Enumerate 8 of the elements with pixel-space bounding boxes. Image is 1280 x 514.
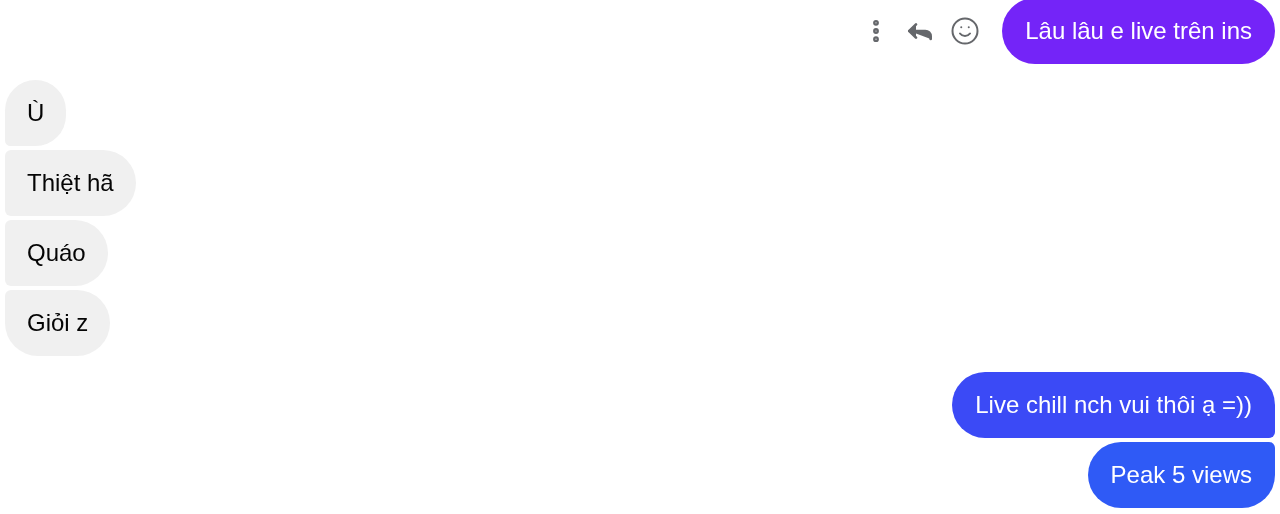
sent-message-bubble: Peak 5 views (1087, 442, 1275, 508)
smiley-icon[interactable] (950, 16, 981, 46)
received-message-bubble: Thiệt hã (5, 150, 136, 216)
sent-message-bubble: Lâu lâu e live trên ins (1002, 0, 1275, 64)
received-message-bubble: Quáo (5, 220, 108, 286)
received-message-bubble: Giỏi z (5, 290, 111, 356)
received-message-bubble: Ù (5, 80, 67, 146)
sent-message-bubble: Live chill nch vui thôi ạ =)) (952, 372, 1275, 438)
